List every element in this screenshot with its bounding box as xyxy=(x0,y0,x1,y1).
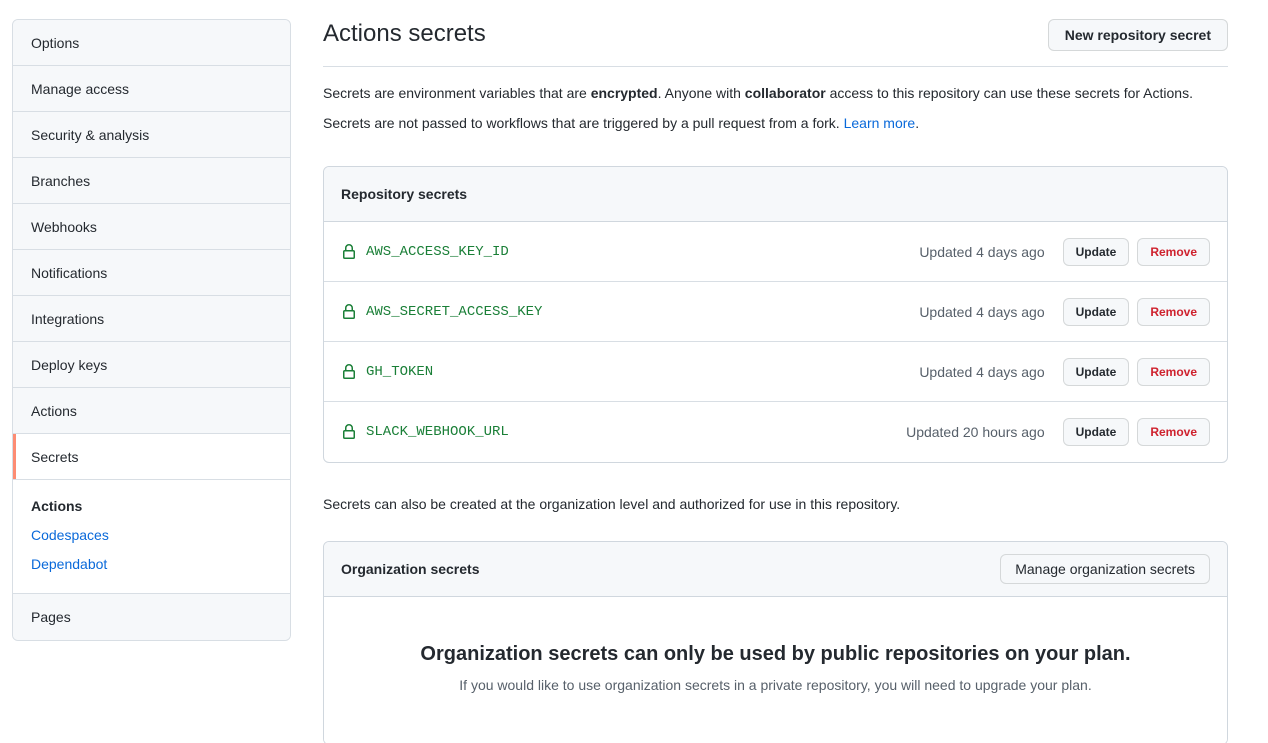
secret-updated: Updated 20 hours ago xyxy=(906,424,1045,440)
repository-secrets-header: Repository secrets xyxy=(324,167,1227,222)
secrets-subnav: Actions Codespaces Dependabot xyxy=(13,480,290,594)
intro-text: Secrets are not passed to workflows that… xyxy=(323,115,844,131)
secret-name: AWS_ACCESS_KEY_ID xyxy=(366,244,919,260)
row-actions: Update Remove xyxy=(1063,298,1210,326)
remove-secret-button[interactable]: Remove xyxy=(1137,298,1210,326)
learn-more-link[interactable]: Learn more xyxy=(844,115,916,131)
sidebar-item-options[interactable]: Options xyxy=(13,20,290,66)
intro-description: Secrets are environment variables that a… xyxy=(323,67,1228,134)
blankslate-text: If you would like to use organization se… xyxy=(344,675,1207,696)
intro-text: . xyxy=(915,115,919,131)
secret-name: AWS_SECRET_ACCESS_KEY xyxy=(366,304,919,320)
sidebar-item-notifications[interactable]: Notifications xyxy=(13,250,290,296)
intro-line-2: Secrets are not passed to workflows that… xyxy=(323,113,1228,134)
page-title: Actions secrets xyxy=(323,19,486,49)
lock-icon xyxy=(341,304,357,320)
update-secret-button[interactable]: Update xyxy=(1063,238,1130,266)
row-actions: Update Remove xyxy=(1063,238,1210,266)
sidebar-item-label: Security & analysis xyxy=(31,127,149,143)
sidebar-item-label: Notifications xyxy=(31,265,107,281)
table-row: AWS_SECRET_ACCESS_KEY Updated 4 days ago… xyxy=(324,282,1227,342)
secret-updated: Updated 4 days ago xyxy=(919,364,1044,380)
remove-secret-button[interactable]: Remove xyxy=(1137,418,1210,446)
organization-secrets-blankslate: Organization secrets can only be used by… xyxy=(324,597,1227,743)
repository-secrets-title: Repository secrets xyxy=(341,186,467,202)
sidebar-item-label: Manage access xyxy=(31,81,129,97)
secret-updated: Updated 4 days ago xyxy=(919,244,1044,260)
subnav-item-label: Actions xyxy=(31,498,82,514)
main-content: Actions secrets New repository secret Se… xyxy=(323,19,1228,743)
intro-bold-collaborator: collaborator xyxy=(745,85,826,101)
sidebar-item-label: Integrations xyxy=(31,311,104,327)
subnav-item-codespaces[interactable]: Codespaces xyxy=(13,521,290,550)
lock-icon xyxy=(341,364,357,380)
lock-icon xyxy=(341,424,357,440)
sidebar-item-label: Webhooks xyxy=(31,219,97,235)
intro-bold-encrypted: encrypted xyxy=(591,85,658,101)
repository-secrets-box: Repository secrets AWS_ACCESS_KEY_ID Upd… xyxy=(323,166,1228,463)
update-secret-button[interactable]: Update xyxy=(1063,358,1130,386)
lock-icon xyxy=(341,244,357,260)
organization-secrets-header: Organization secrets Manage organization… xyxy=(324,542,1227,597)
settings-page: Options Manage access Security & analysi… xyxy=(0,0,1268,743)
sidebar-item-label: Deploy keys xyxy=(31,357,107,373)
sidebar-item-security-analysis[interactable]: Security & analysis xyxy=(13,112,290,158)
row-actions: Update Remove xyxy=(1063,418,1210,446)
sidebar-item-label: Pages xyxy=(31,609,71,625)
secret-name: GH_TOKEN xyxy=(366,364,919,380)
subnav-item-label: Codespaces xyxy=(31,527,109,543)
blankslate-heading: Organization secrets can only be used by… xyxy=(344,641,1207,667)
new-repository-secret-button[interactable]: New repository secret xyxy=(1048,19,1228,51)
subnav-item-actions[interactable]: Actions xyxy=(13,492,290,521)
sidebar-item-label: Secrets xyxy=(31,449,78,465)
page-header: Actions secrets New repository secret xyxy=(323,19,1228,67)
organization-note: Secrets can also be created at the organ… xyxy=(323,494,1228,515)
table-row: AWS_ACCESS_KEY_ID Updated 4 days ago Upd… xyxy=(324,222,1227,282)
organization-secrets-title: Organization secrets xyxy=(341,561,480,577)
manage-organization-secrets-button[interactable]: Manage organization secrets xyxy=(1000,554,1210,584)
organization-secrets-box: Organization secrets Manage organization… xyxy=(323,541,1228,743)
subnav-item-label: Dependabot xyxy=(31,556,107,572)
sidebar-item-label: Actions xyxy=(31,403,77,419)
secret-updated: Updated 4 days ago xyxy=(919,304,1044,320)
sidebar-item-manage-access[interactable]: Manage access xyxy=(13,66,290,112)
row-actions: Update Remove xyxy=(1063,358,1210,386)
intro-line-1: Secrets are environment variables that a… xyxy=(323,83,1228,104)
intro-text: . Anyone with xyxy=(658,85,745,101)
sidebar-item-label: Branches xyxy=(31,173,90,189)
remove-secret-button[interactable]: Remove xyxy=(1137,358,1210,386)
remove-secret-button[interactable]: Remove xyxy=(1137,238,1210,266)
table-row: SLACK_WEBHOOK_URL Updated 20 hours ago U… xyxy=(324,402,1227,462)
subnav-item-dependabot[interactable]: Dependabot xyxy=(13,550,290,579)
update-secret-button[interactable]: Update xyxy=(1063,418,1130,446)
sidebar-item-deploy-keys[interactable]: Deploy keys xyxy=(13,342,290,388)
sidebar-item-pages[interactable]: Pages xyxy=(13,594,290,640)
update-secret-button[interactable]: Update xyxy=(1063,298,1130,326)
sidebar-item-integrations[interactable]: Integrations xyxy=(13,296,290,342)
sidebar-item-label: Options xyxy=(31,35,79,51)
secret-name: SLACK_WEBHOOK_URL xyxy=(366,424,906,440)
intro-text: access to this repository can use these … xyxy=(826,85,1193,101)
sidebar-item-actions[interactable]: Actions xyxy=(13,388,290,434)
settings-sidebar: Options Manage access Security & analysi… xyxy=(12,19,291,641)
sidebar-item-webhooks[interactable]: Webhooks xyxy=(13,204,290,250)
sidebar-item-secrets[interactable]: Secrets xyxy=(13,434,290,480)
intro-text: Secrets are environment variables that a… xyxy=(323,85,591,101)
sidebar-item-branches[interactable]: Branches xyxy=(13,158,290,204)
table-row: GH_TOKEN Updated 4 days ago Update Remov… xyxy=(324,342,1227,402)
